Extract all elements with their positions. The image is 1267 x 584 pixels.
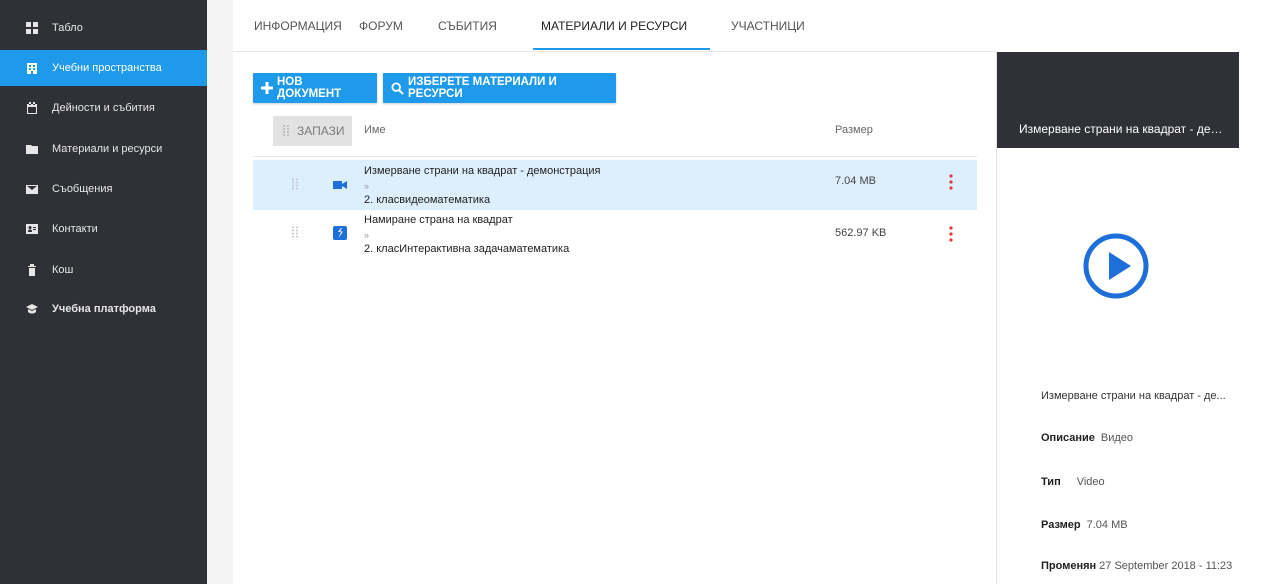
sidebar-item-label: Съобщения [52,183,113,195]
active-tab-indicator [533,48,710,50]
row-separator: » [364,230,370,240]
row-title: Измерване страни на квадрат - демонстрац… [364,165,601,177]
select-materials-label: ИЗБЕРЕТЕ МАТЕРИАЛИ И РЕСУРСИ [408,76,557,100]
more-options-icon[interactable] [948,174,954,190]
calendar-icon [26,102,38,114]
mail-icon [26,183,38,195]
sidebar-item-label: Контакти [52,223,98,235]
drag-handle-icon[interactable] [291,226,299,240]
sidebar-item-activities[interactable]: Дейности и събития [0,90,207,126]
sidebar-item-learning-spaces[interactable]: Учебни пространства [0,50,207,86]
main-content: ИНФОРМАЦИЯ ФОРУМ СЪБИТИЯ МАТЕРИАЛИ И РЕС… [233,0,996,584]
details-size-value: 7.04 MB [1086,519,1128,531]
tab-events[interactable]: СЪБИТИЯ [438,0,497,52]
column-header-name[interactable]: Име [364,124,386,136]
details-type: Тип Video [1041,476,1105,488]
building-icon [26,62,38,74]
content-gutter [207,0,233,584]
new-document-label: НОВ ДОКУМЕНТ [277,76,342,100]
details-panel-title: Измерване страни на квадрат - демо... [1019,122,1229,136]
row-path: 2. класвидеоматематика [364,194,491,206]
drag-handle-icon [283,125,289,136]
tab-forum[interactable]: ФОРУМ [359,0,403,52]
row-size: 562.97 KB [835,227,887,239]
sidebar-item-label: Материали и ресурси [52,143,163,155]
graduation-cap-icon [26,303,38,315]
sidebar-item-materials[interactable]: Материали и ресурси [0,131,207,167]
dashboard-icon [26,22,38,34]
details-modified: Променян 27 September 2018 - 11:23 [1041,560,1232,572]
row-separator: » [364,181,370,191]
sidebar-item-dashboard[interactable]: Табло [0,10,207,46]
interactive-task-icon [333,226,347,240]
app-root: Табло Учебни пространства Дейности и съб… [0,0,1267,584]
details-size: Размер 7.04 MB [1041,519,1128,531]
table-row[interactable]: Намиране страна на квадрат » 2. класИнте… [253,211,977,261]
tab-bar: ИНФОРМАЦИЯ ФОРУМ СЪБИТИЯ МАТЕРИАЛИ И РЕС… [233,0,996,52]
details-modified-value: 27 September 2018 - 11:23 [1099,560,1233,572]
drag-handle-icon[interactable] [291,178,299,192]
details-type-value: Video [1076,476,1105,488]
sidebar-item-learning-platform[interactable]: Учебна платформа [0,291,207,327]
select-materials-button[interactable]: ИЗБЕРЕТЕ МАТЕРИАЛИ И РЕСУРСИ [383,73,616,103]
right-edge-spacer [1239,0,1267,584]
table-row[interactable]: Измерване страни на квадрат - демонстрац… [253,160,977,210]
plus-icon [261,82,273,94]
tab-materials[interactable]: МАТЕРИАЛИ И РЕСУРСИ [541,0,687,52]
details-description-label: Описание [1041,432,1095,444]
sidebar-item-trash[interactable]: Кош [0,252,207,288]
tab-participants[interactable]: УЧАСТНИЦИ [731,0,805,52]
row-size: 7.04 MB [835,175,876,187]
save-order-button[interactable]: ЗАПАЗИ [273,116,352,146]
play-icon[interactable] [1082,232,1150,300]
details-file-name: Измерване страни на квадрат - де... [1041,390,1226,402]
sidebar: Табло Учебни пространства Дейности и съб… [0,0,207,584]
trash-icon [26,264,38,276]
tab-information[interactable]: ИНФОРМАЦИЯ [254,0,342,52]
header-divider [253,156,977,157]
sidebar-item-label: Учебна платформа [52,303,156,315]
panel-top-spacer [996,0,1267,52]
save-order-label: ЗАПАЗИ [297,124,345,138]
details-type-label: Тип [1041,476,1061,488]
more-options-icon[interactable] [948,226,954,242]
video-icon [333,181,347,189]
details-description: Описание Видео [1041,432,1133,444]
row-title: Намиране страна на квадрат [364,214,513,226]
search-icon [391,81,404,95]
details-panel: Измерване страни на квадрат - демо... Из… [996,52,1240,584]
sidebar-item-contacts[interactable]: Контакти [0,211,207,247]
new-document-button[interactable]: НОВ ДОКУМЕНТ [253,73,377,103]
column-header-size[interactable]: Размер [835,124,873,136]
details-modified-label: Променян [1041,560,1097,572]
folder-icon [26,143,38,155]
sidebar-item-messages[interactable]: Съобщения [0,171,207,207]
details-size-label: Размер [1041,519,1081,531]
contacts-icon [26,223,38,235]
row-path: 2. класИнтерактивна задачаматематика [364,243,570,255]
sidebar-item-label: Дейности и събития [52,102,155,114]
sidebar-item-label: Учебни пространства [52,62,162,74]
details-description-value: Видео [1100,432,1133,444]
sidebar-item-label: Кош [52,264,74,276]
sidebar-item-label: Табло [52,22,83,34]
